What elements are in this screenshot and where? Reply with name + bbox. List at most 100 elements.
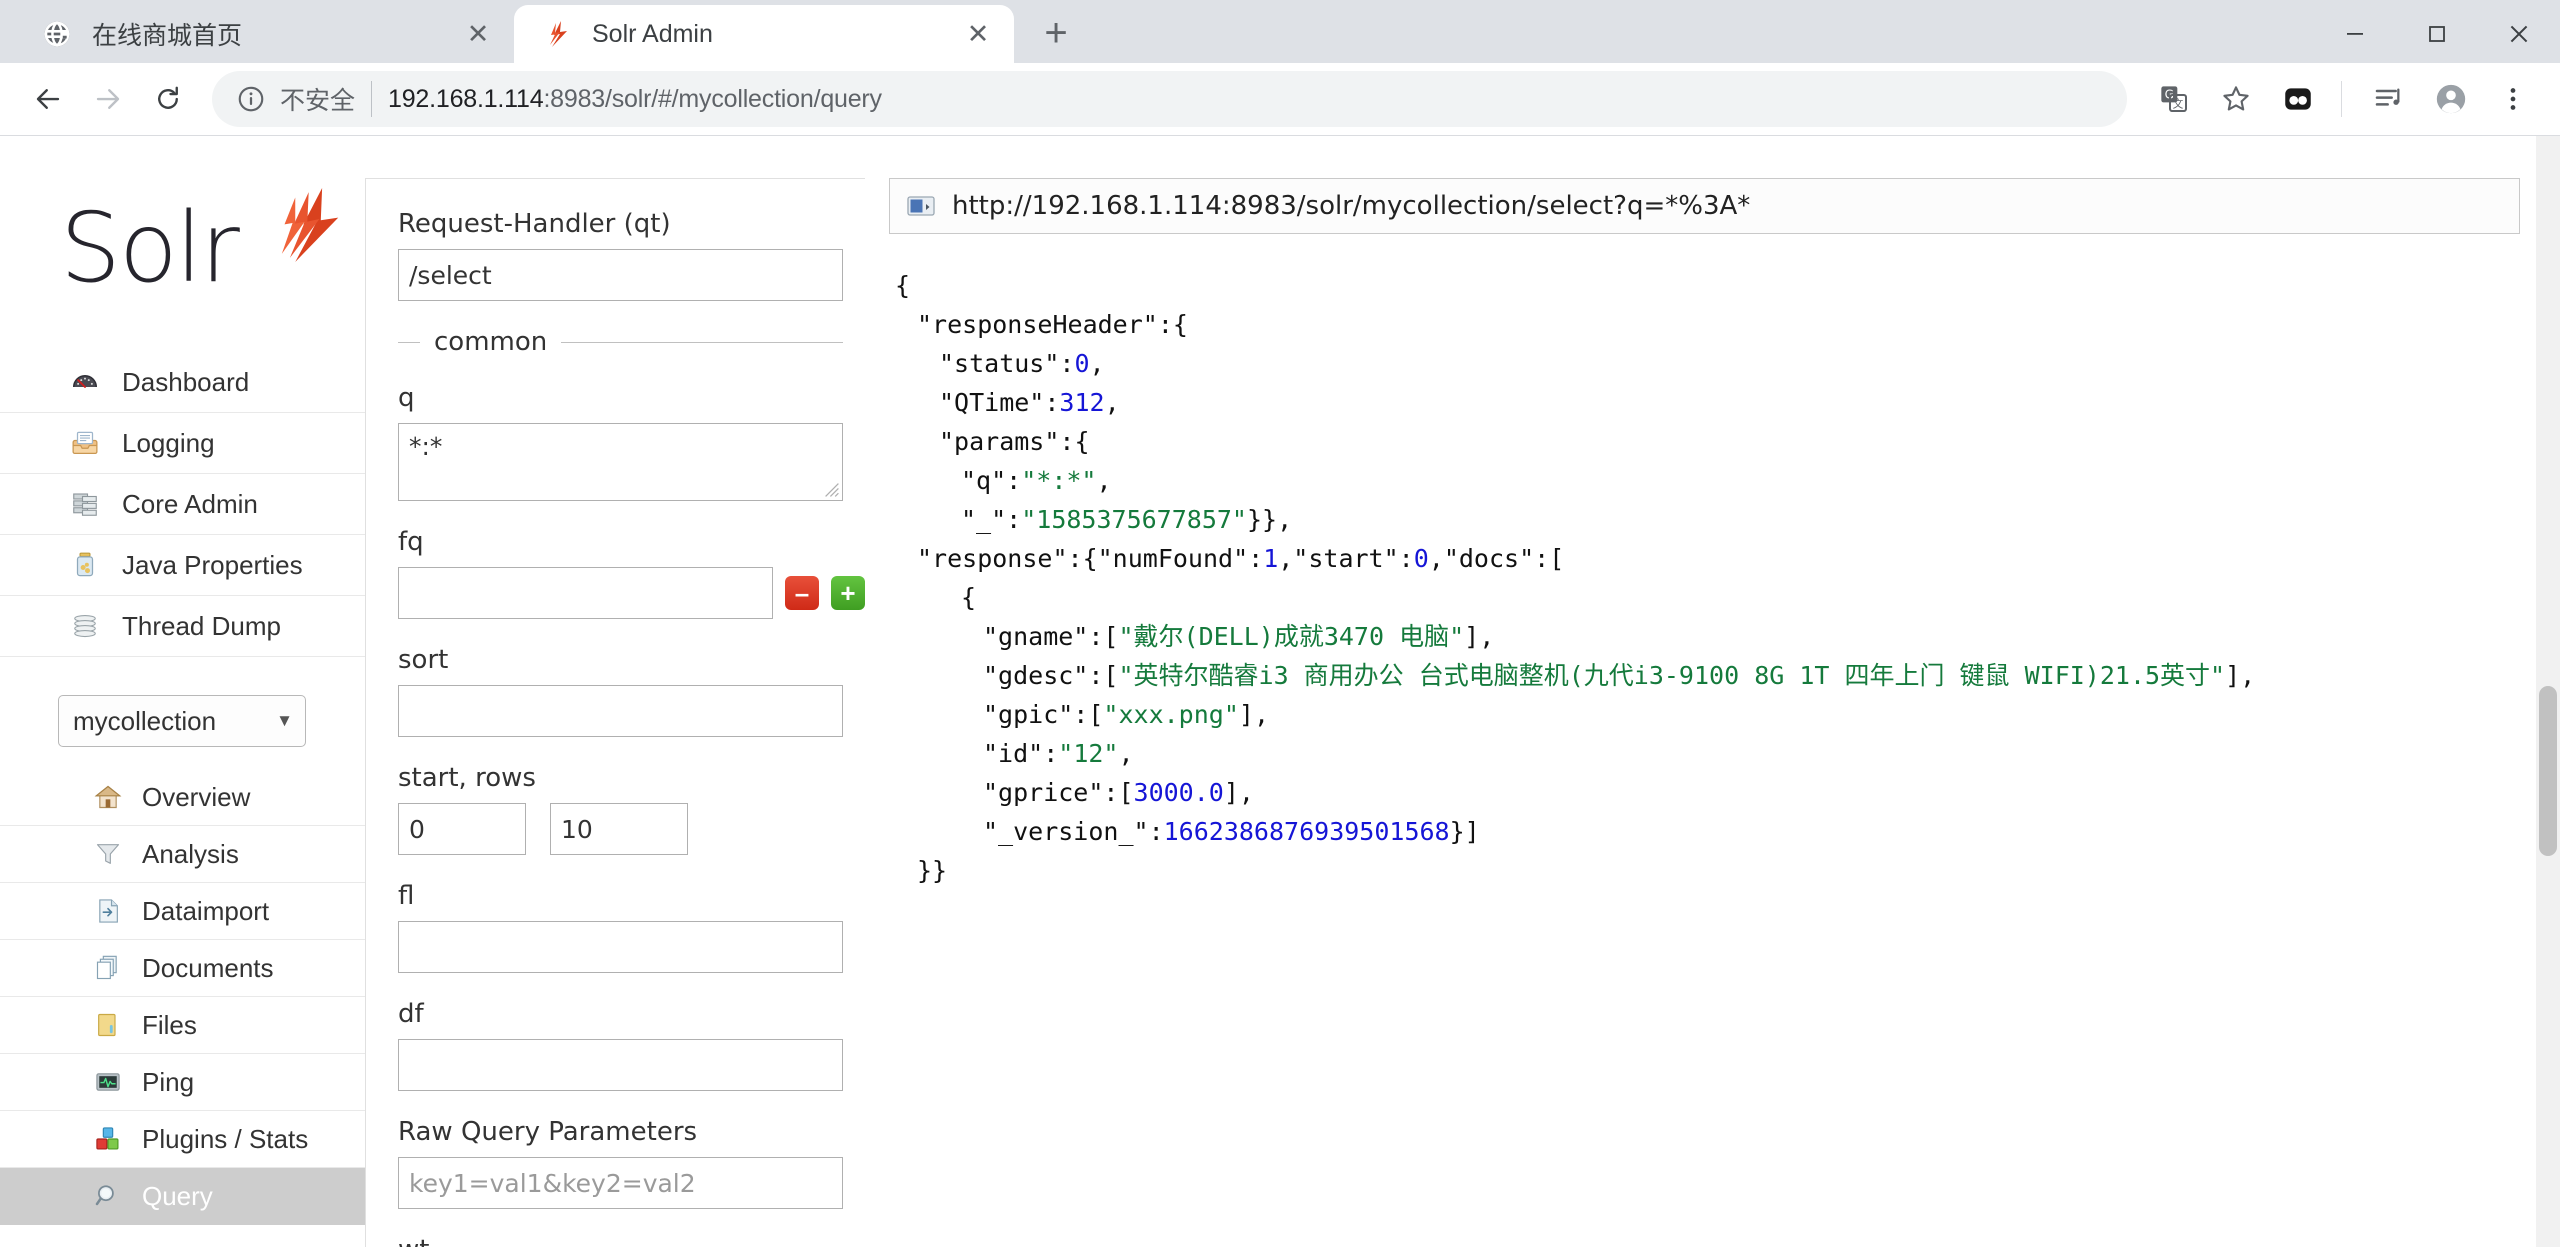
sidebar-item-documents[interactable]: Documents — [0, 940, 365, 998]
json-token: 1662386876939501568 — [1163, 817, 1450, 847]
sidebar-item-label: Core Admin — [122, 488, 258, 519]
maximize-icon[interactable] — [2396, 0, 2478, 68]
ping-monitor-icon — [92, 1066, 124, 1098]
svg-text:文: 文 — [2173, 98, 2184, 111]
json-line: "gdesc":["英特尔酷睿i3 商用办公 台式电脑整机(九代i3-9100 … — [895, 656, 2520, 695]
media-list-icon[interactable] — [2360, 70, 2418, 128]
documents-icon — [92, 952, 124, 984]
json-token: 0 — [1413, 544, 1429, 574]
sidebar-item-thread-dump[interactable]: Thread Dump — [0, 596, 365, 658]
add-fq-button[interactable]: + — [831, 576, 865, 611]
close-icon[interactable]: ✕ — [960, 16, 996, 52]
sidebar-item-query[interactable]: Query — [0, 1168, 365, 1226]
translate-icon[interactable]: G 文 — [2145, 70, 2203, 128]
json-token: "_version_": — [983, 817, 1164, 847]
fq-input[interactable] — [398, 567, 773, 620]
sidebar-item-dataimport[interactable]: Dataimport — [0, 883, 365, 941]
solr-logo[interactable]: Solr — [60, 178, 355, 318]
sidebar-item-label: Files — [142, 1009, 197, 1040]
json-token: ], — [2225, 661, 2256, 691]
json-token: "id": — [983, 739, 1059, 769]
browser-window: 在线商城首页 ✕ Solr Admin ✕ + 不安全 192.168.1.11… — [0, 0, 2560, 1247]
magnifier-icon — [92, 1180, 124, 1212]
response-url-bar[interactable]: http://192.168.1.114:8983/solr/mycollect… — [889, 178, 2520, 235]
json-token: "戴尔(DELL)成就3470 电脑" — [1118, 622, 1465, 652]
minimize-icon[interactable] — [2314, 0, 2396, 68]
sort-input[interactable] — [398, 685, 843, 738]
json-line: "gpic":["xxx.png"], — [895, 695, 2520, 734]
start-input[interactable]: 0 — [398, 803, 526, 856]
q-label: q — [398, 383, 415, 414]
response-json: {"responseHeader":{"status":0, "QTime":31… — [889, 266, 2520, 890]
extension-icon[interactable] — [2269, 70, 2327, 128]
forward-icon[interactable] — [78, 69, 138, 129]
core-selector[interactable]: mycollection ▼ — [58, 695, 306, 748]
json-line: "gname":["戴尔(DELL)成就3470 电脑"], — [895, 617, 2520, 656]
df-input[interactable] — [398, 1039, 843, 1092]
json-token: ,"start": — [1278, 544, 1414, 574]
start-rows-label: start, rows — [398, 763, 536, 794]
json-token: ], — [1223, 778, 1254, 808]
dataimport-icon — [92, 895, 124, 927]
json-token: "gpic":[ — [983, 700, 1104, 730]
json-line: { — [895, 266, 2520, 305]
json-token: }} — [917, 856, 948, 886]
remove-fq-button[interactable]: – — [785, 576, 819, 611]
sidebar-item-label: Dataimport — [142, 895, 270, 926]
sidebar-item-logging[interactable]: Logging — [0, 413, 365, 475]
tab-title: Solr Admin — [592, 19, 713, 48]
json-token: "gdesc":[ — [983, 661, 1119, 691]
json-line: { — [895, 578, 2520, 617]
new-tab-button[interactable]: + — [1028, 5, 1084, 61]
sidebar-item-plugins-stats[interactable]: Plugins / Stats — [0, 1111, 365, 1169]
fl-input[interactable] — [398, 921, 843, 974]
json-token: , — [1118, 739, 1134, 769]
json-line: "id":"12", — [895, 734, 2520, 773]
json-token: "12" — [1058, 739, 1119, 769]
core-selector-wrap: mycollection ▼ — [58, 695, 306, 748]
page-body: Solr Dashboard Logging Core Admin Java P… — [0, 136, 2560, 1247]
sidebar-item-label: Overview — [142, 781, 251, 812]
url-host: 192.168.1.114 — [388, 84, 544, 113]
json-token: "1585375677857" — [1021, 505, 1247, 535]
info-circle-icon[interactable] — [234, 82, 268, 116]
json-token: "status": — [939, 349, 1075, 379]
reload-icon[interactable] — [138, 69, 198, 129]
json-token: }}, — [1247, 505, 1293, 535]
json-token: "responseHeader":{ — [917, 310, 1188, 340]
request-handler-input[interactable]: /select — [398, 249, 843, 302]
browser-toolbar: 不安全 192.168.1.114:8983/solr/#/mycollecti… — [0, 63, 2560, 137]
browser-tab-2[interactable]: Solr Admin ✕ — [514, 5, 1014, 64]
sidebar-item-dashboard[interactable]: Dashboard — [0, 352, 365, 414]
browser-tab-1[interactable]: 在线商城首页 ✕ — [14, 5, 514, 64]
back-icon[interactable] — [18, 69, 78, 129]
address-bar[interactable]: 不安全 192.168.1.114:8983/solr/#/mycollecti… — [212, 71, 2127, 128]
json-line: "_":"1585375677857"}}, — [895, 500, 2520, 539]
close-icon[interactable]: ✕ — [460, 16, 496, 52]
close-window-icon[interactable] — [2478, 0, 2560, 68]
profile-avatar-icon[interactable] — [2422, 70, 2480, 128]
raw-query-parameters-input[interactable]: key1=val1&key2=val2 — [398, 1157, 843, 1210]
sidebar-item-label: Ping — [142, 1066, 195, 1097]
sidebar-item-label: Plugins / Stats — [142, 1123, 309, 1154]
rows-input[interactable]: 10 — [550, 803, 688, 856]
page-scrollbar[interactable] — [2536, 136, 2560, 1247]
sidebar-item-files[interactable]: Files — [0, 997, 365, 1055]
q-input[interactable]: *:* — [398, 423, 843, 502]
sidebar-item-core-admin[interactable]: Core Admin — [0, 474, 365, 536]
resize-grip-icon[interactable] — [824, 482, 840, 498]
query-page-content: Request-Handler (qt) /select common q *:… — [365, 136, 2560, 1247]
sidebar-item-ping[interactable]: Ping — [0, 1054, 365, 1112]
raw-query-parameters-label: Raw Query Parameters — [398, 1117, 698, 1148]
sidebar-item-java-properties[interactable]: Java Properties — [0, 535, 365, 597]
scrollbar-thumb[interactable] — [2539, 686, 2557, 857]
sidebar-item-analysis[interactable]: Analysis — [0, 826, 365, 884]
sidebar-item-overview[interactable]: Overview — [0, 769, 365, 827]
response-url-text: http://192.168.1.114:8983/solr/mycollect… — [952, 191, 1751, 222]
window-controls — [2314, 0, 2560, 68]
json-token: ], — [1464, 622, 1495, 652]
json-line: "gprice":[3000.0], — [895, 773, 2520, 812]
more-menu-icon[interactable] — [2484, 70, 2542, 128]
sidebar-item-label: Documents — [142, 952, 274, 983]
bookmark-star-icon[interactable] — [2207, 70, 2265, 128]
